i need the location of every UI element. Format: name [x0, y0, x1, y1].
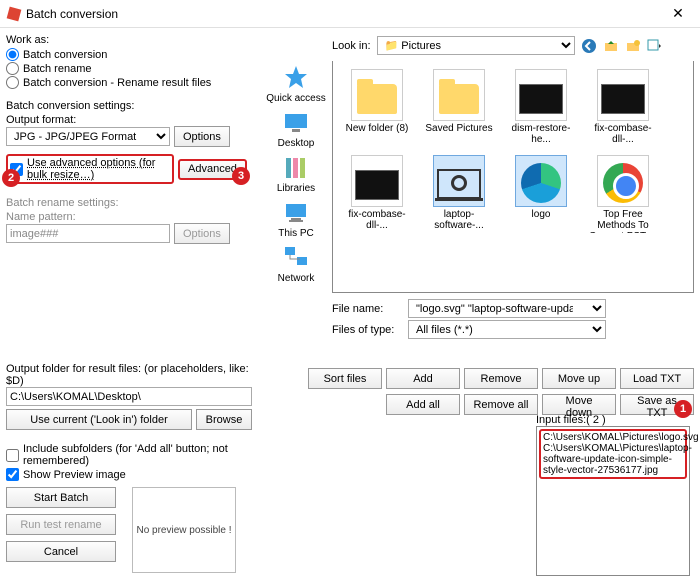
output-folder-label: Output folder for result files: (or plac…	[6, 363, 252, 387]
place-label: This PC	[278, 228, 314, 239]
file-name-combo[interactable]: "logo.svg" "laptop-software-update-icon-…	[408, 299, 606, 318]
radio-label: Batch conversion - Rename result files	[23, 77, 211, 89]
advanced-options-checkbox[interactable]: Use advanced options (for bulk resize…)	[6, 154, 174, 184]
title-bar: Batch conversion ✕	[0, 0, 700, 28]
input-files-label: Input files:( 2 )	[536, 414, 606, 426]
place-quick-access[interactable]: Quick access	[266, 61, 325, 104]
radio-batch-conversion[interactable]: Batch conversion	[6, 48, 252, 61]
radio-batch-conv-rename[interactable]: Batch conversion - Rename result files	[6, 76, 252, 89]
options-button[interactable]: Options	[174, 126, 230, 147]
file-type-combo[interactable]: All files (*.*)	[408, 320, 606, 339]
thumb-label: fix-combase-dll-...	[585, 123, 661, 147]
window-title: Batch conversion	[26, 7, 658, 21]
preview-box: No preview possible !	[132, 487, 236, 573]
remove-button[interactable]: Remove	[464, 368, 538, 389]
action-buttons: Sort files Add Remove Move up Load TXT A…	[308, 368, 694, 416]
include-subfolders-checkbox[interactable]: Include subfolders (for 'Add all' button…	[6, 443, 252, 467]
output-format-label: Output format:	[6, 114, 252, 126]
output-section: Output folder for result files: (or plac…	[6, 363, 252, 573]
back-icon[interactable]	[581, 38, 597, 54]
name-pattern-label: Name pattern:	[6, 211, 252, 223]
output-folder-input[interactable]	[6, 387, 252, 406]
use-current-folder-button[interactable]: Use current ('Look in') folder	[6, 409, 192, 430]
place-this-pc[interactable]: This PC	[278, 196, 314, 239]
radio-label: Batch conversion	[23, 49, 107, 61]
run-test-rename-button: Run test rename	[6, 514, 116, 535]
place-desktop[interactable]: Desktop	[278, 106, 315, 149]
thumb-label: Top Free Methods To Convert PST ...	[585, 209, 661, 233]
look-in-label: Look in:	[332, 40, 371, 52]
place-libraries[interactable]: Libraries	[277, 151, 315, 194]
thumb-image[interactable]: fix-combase-dll-...	[585, 67, 661, 147]
places-bar: Quick access Desktop Libraries This PC N…	[264, 61, 328, 293]
thumb-image[interactable]: Top Free Methods To Convert PST ...	[585, 153, 661, 233]
place-network[interactable]: Network	[278, 241, 315, 284]
app-icon	[6, 6, 22, 22]
look-in-select[interactable]: 📁 Pictures	[377, 36, 575, 55]
move-up-button[interactable]: Move up	[542, 368, 616, 389]
thumb-image-selected[interactable]: laptop-software-...	[421, 153, 497, 233]
rename-options-button: Options	[174, 223, 230, 244]
work-as-label: Work as:	[6, 34, 252, 46]
left-panel: Work as: Batch conversion Batch rename B…	[0, 28, 258, 579]
checkbox-label: Show Preview image	[23, 469, 126, 481]
file-browser[interactable]: New folder (8) Saved Pictures dism-resto…	[332, 61, 694, 293]
new-folder-icon[interactable]	[625, 38, 641, 54]
close-icon[interactable]: ✕	[658, 5, 698, 22]
place-label: Libraries	[277, 183, 315, 194]
show-preview-checkbox[interactable]: Show Preview image	[6, 468, 252, 481]
radio-batch-rename[interactable]: Batch rename	[6, 62, 252, 75]
thumb-label: Saved Pictures	[421, 123, 497, 147]
up-folder-icon[interactable]	[603, 38, 619, 54]
sort-files-button[interactable]: Sort files	[308, 368, 382, 389]
thumb-image-selected[interactable]: logo	[503, 153, 579, 233]
right-panel: Look in: 📁 Pictures Quick access Desktop…	[258, 28, 700, 579]
rename-settings-heading: Batch rename settings:	[6, 197, 252, 209]
remove-all-button[interactable]: Remove all	[464, 394, 538, 415]
thumb-label: laptop-software-...	[421, 209, 497, 233]
load-txt-button[interactable]: Load TXT	[620, 368, 694, 389]
move-down-button[interactable]: Move down	[542, 394, 616, 415]
thumb-image[interactable]: dism-restore-he...	[503, 67, 579, 147]
place-label: Desktop	[278, 138, 315, 149]
add-button[interactable]: Add	[386, 368, 460, 389]
list-item[interactable]: C:\Users\KOMAL\Pictures\logo.svg	[543, 432, 683, 443]
thumb-image[interactable]: fix-combase-dll-...	[339, 153, 415, 233]
browse-button[interactable]: Browse	[196, 409, 252, 430]
badge-1: 1	[674, 400, 692, 418]
input-files-list[interactable]: C:\Users\KOMAL\Pictures\logo.svg C:\User…	[536, 426, 690, 576]
view-menu-icon[interactable]	[647, 38, 663, 54]
thumb-label: fix-combase-dll-...	[339, 209, 415, 233]
output-format-select[interactable]: JPG - JPG/JPEG Format	[6, 127, 170, 146]
badge-3: 3	[232, 167, 250, 185]
name-pattern-input	[6, 224, 170, 243]
thumb-label: logo	[503, 209, 579, 233]
place-label: Quick access	[266, 93, 325, 104]
batch-settings-heading: Batch conversion settings:	[6, 100, 252, 112]
add-all-button[interactable]: Add all	[386, 394, 460, 415]
badge-2: 2	[2, 169, 20, 187]
file-name-label: File name:	[332, 303, 402, 315]
thumb-label: dism-restore-he...	[503, 123, 579, 147]
thumb-folder[interactable]: Saved Pictures	[421, 67, 497, 147]
list-item[interactable]: C:\Users\KOMAL\Pictures\laptop-software-…	[543, 443, 683, 476]
thumb-folder[interactable]: New folder (8)	[339, 67, 415, 147]
checkbox-label: Use advanced options (for bulk resize…)	[27, 157, 170, 181]
start-batch-button[interactable]: Start Batch	[6, 487, 116, 508]
file-type-label: Files of type:	[332, 324, 402, 336]
place-label: Network	[278, 273, 315, 284]
radio-label: Batch rename	[23, 63, 91, 75]
thumb-label: New folder (8)	[339, 123, 415, 147]
checkbox-label: Include subfolders (for 'Add all' button…	[23, 443, 252, 467]
cancel-button[interactable]: Cancel	[6, 541, 116, 562]
